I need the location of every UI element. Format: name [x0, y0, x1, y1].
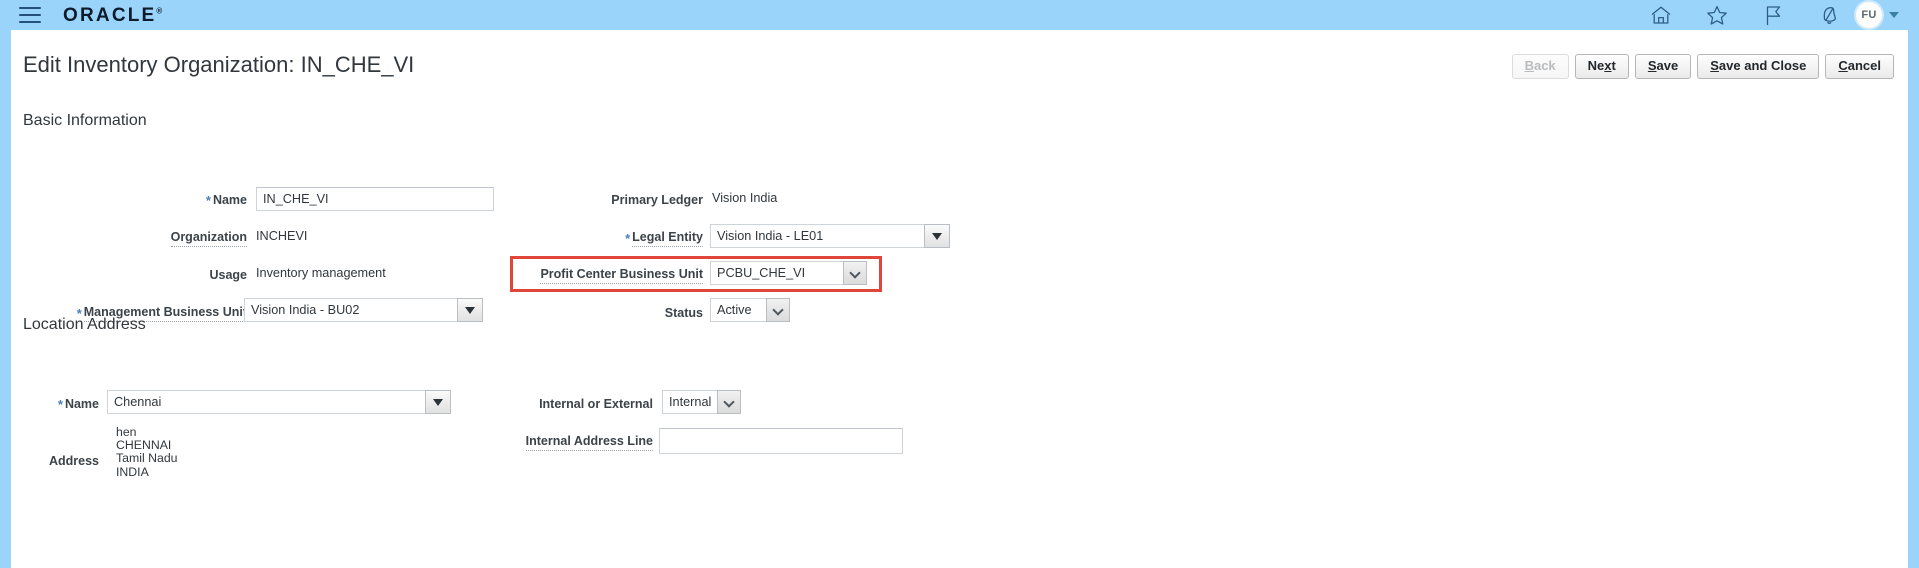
- internal-or-external-select[interactable]: Internal: [662, 390, 741, 414]
- organization-value: INCHEVI: [256, 229, 308, 243]
- legal-entity-lov[interactable]: Vision India - LE01: [710, 224, 950, 248]
- content-panel: Edit Inventory Organization: IN_CHE_VI B…: [11, 30, 1908, 568]
- user-menu[interactable]: FU: [1856, 2, 1899, 28]
- field-label-address: Address: [48, 454, 99, 468]
- management-business-unit-lov[interactable]: Vision India - BU02: [244, 298, 483, 322]
- application-window: ORACLE® FU Edit Inventory Organization: …: [0, 0, 1919, 568]
- back-button[interactable]: Back: [1511, 54, 1569, 79]
- field-label-internal-address-line[interactable]: Internal Address Line: [525, 434, 653, 451]
- location-name-input[interactable]: Chennai: [107, 390, 425, 414]
- field-label-primary-ledger: Primary Ledger: [611, 192, 703, 207]
- save-and-close-button[interactable]: Save and Close: [1697, 54, 1820, 79]
- field-usage-label-group: Usage: [11, 263, 247, 287]
- status-chevron-down-icon[interactable]: [766, 298, 790, 322]
- chevron-down-icon[interactable]: [1889, 12, 1899, 18]
- page-title: Edit Inventory Organization: IN_CHE_VI: [23, 52, 415, 77]
- field-label-legal-entity[interactable]: Legal Entity: [632, 230, 703, 247]
- usage-value: Inventory management: [256, 266, 386, 280]
- location-name-lov[interactable]: Chennai: [107, 390, 451, 414]
- field-label-profit-center-business-unit[interactable]: Profit Center Business Unit: [540, 267, 703, 284]
- profit-center-business-unit-select[interactable]: PCBU_CHE_VI: [710, 261, 867, 285]
- next-button[interactable]: Next: [1574, 54, 1629, 79]
- field-internal-address-line-label-group: Internal Address Line: [411, 430, 653, 454]
- field-name-label-group: * Name: [11, 188, 247, 212]
- field-label-organization[interactable]: Organization: [170, 230, 247, 247]
- oracle-logo[interactable]: ORACLE®: [63, 6, 162, 25]
- primary-ledger-value: Vision India: [712, 191, 778, 205]
- field-label-name: Name: [212, 192, 247, 207]
- management-business-unit-input[interactable]: Vision India - BU02: [244, 298, 457, 322]
- notifications-bell-icon[interactable]: [1816, 2, 1842, 28]
- hamburger-menu-icon[interactable]: [19, 7, 41, 23]
- oracle-trademark-symbol: ®: [156, 6, 163, 16]
- basic-information-section-title: Basic Information: [23, 112, 147, 129]
- page-action-buttons: Back Next Save Save and Close Cancel: [1511, 54, 1894, 79]
- profit-center-business-unit-chevron-down-icon[interactable]: [843, 261, 867, 285]
- cancel-button[interactable]: Cancel: [1825, 54, 1894, 79]
- field-primary-ledger-label-group: Primary Ledger: [461, 188, 703, 212]
- legal-entity-dropdown-icon[interactable]: [924, 224, 950, 248]
- field-status-label-group: Status: [461, 301, 703, 325]
- field-location-name-label-group: * Name: [11, 392, 99, 416]
- home-icon[interactable]: [1648, 2, 1674, 28]
- address-value: hen CHENNAI Tamil Nadu INDIA: [116, 425, 178, 479]
- global-header: ORACLE® FU: [0, 0, 1919, 30]
- internal-or-external-chevron-down-icon[interactable]: [717, 390, 741, 414]
- legal-entity-input[interactable]: Vision India - LE01: [710, 224, 924, 248]
- oracle-logo-text: ORACLE: [63, 4, 157, 26]
- status-value[interactable]: Active: [710, 298, 766, 322]
- flag-icon[interactable]: [1760, 2, 1786, 28]
- internal-or-external-value[interactable]: Internal: [662, 390, 717, 414]
- field-label-usage: Usage: [209, 267, 247, 282]
- field-label-status: Status: [664, 305, 703, 320]
- field-label-internal-or-external: Internal or External: [539, 396, 653, 411]
- status-select[interactable]: Active: [710, 298, 790, 322]
- required-indicator-icon: *: [57, 396, 63, 412]
- save-button[interactable]: Save: [1634, 54, 1692, 79]
- required-indicator-icon: *: [205, 192, 211, 208]
- internal-address-line-input[interactable]: [659, 428, 903, 454]
- favorites-star-icon[interactable]: [1704, 2, 1730, 28]
- field-organization-label-group: Organization: [11, 226, 247, 250]
- avatar[interactable]: FU: [1856, 2, 1882, 28]
- field-label-location-name: Name: [64, 396, 99, 411]
- field-profit-center-business-unit-label-group: Profit Center Business Unit: [461, 263, 703, 287]
- required-indicator-icon: *: [625, 230, 631, 246]
- location-address-section-title: Location Address: [23, 316, 146, 333]
- global-header-actions: FU: [1648, 2, 1899, 28]
- field-internal-or-external-label-group: Internal or External: [411, 392, 653, 416]
- name-input[interactable]: IN_CHE_VI: [256, 187, 494, 211]
- field-legal-entity-label-group: * Legal Entity: [461, 226, 703, 250]
- profit-center-business-unit-value[interactable]: PCBU_CHE_VI: [710, 261, 843, 285]
